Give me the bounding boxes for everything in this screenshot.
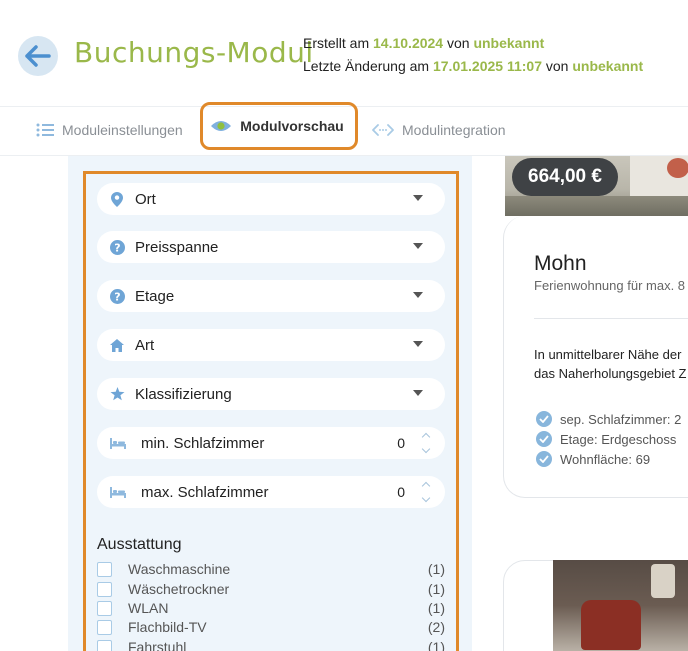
listing-feature: Wohnfläche: 69 (536, 450, 650, 468)
help-circle-icon: ? (109, 239, 125, 255)
svg-text:?: ? (114, 241, 120, 254)
chevron-down-icon[interactable] (421, 493, 431, 503)
price-range-select[interactable]: ? Preisspanne (97, 231, 445, 263)
type-select[interactable]: Art (97, 329, 445, 361)
caret-down-icon (413, 195, 423, 201)
svg-text:?: ? (114, 290, 120, 303)
check-circle-icon (536, 411, 552, 427)
amenity-checkbox[interactable]: Waschmaschine (1) (97, 559, 445, 579)
checkbox[interactable] (97, 581, 112, 597)
tab-module-preview[interactable]: Modulvorschau (200, 102, 358, 150)
arrow-left-icon (25, 45, 51, 67)
tab-module-integration[interactable]: Modulintegration (372, 114, 506, 146)
checkbox[interactable] (97, 619, 112, 635)
chevron-down-icon[interactable] (421, 444, 431, 454)
eye-icon (210, 119, 232, 133)
code-icon (372, 123, 394, 137)
caret-down-icon (413, 341, 423, 347)
amenity-checkbox[interactable]: Flachbild-TV (2) (97, 617, 445, 637)
stepper-arrows[interactable] (419, 430, 433, 456)
listing-feature: sep. Schlafzimmer: 2 (536, 410, 681, 428)
amenity-checkbox[interactable]: Fahrstuhl (1) (97, 637, 445, 651)
modified-date: 17.01.2025 11:07 (432, 58, 542, 74)
checkbox[interactable] (97, 600, 112, 616)
booking-module-page: Buchungs-Modul Erstellt am 14.10.2024 vo… (0, 0, 688, 651)
tab-module-settings[interactable]: Moduleinstellungen (36, 114, 183, 146)
max-bedrooms-stepper[interactable]: max. Schlafzimmer 0 (97, 476, 445, 508)
min-bedrooms-value[interactable]: 0 (397, 435, 405, 451)
map-pin-icon (109, 191, 125, 207)
price-badge: 664,00 € (512, 158, 618, 196)
check-circle-icon (536, 451, 552, 467)
page-title: Buchungs-Modul (74, 36, 314, 69)
modified-by: unbekannt (572, 58, 644, 74)
created-by: unbekannt (473, 35, 545, 51)
classification-select[interactable]: Klassifizierung (97, 378, 445, 410)
check-circle-icon (536, 431, 552, 447)
modified-info: Letzte Änderung am 17.01.2025 11:07 von … (303, 58, 644, 74)
listing-photo[interactable] (553, 560, 688, 651)
chevron-up-icon[interactable] (421, 432, 431, 442)
home-icon (109, 338, 125, 352)
caret-down-icon (413, 292, 423, 298)
caret-down-icon (413, 243, 423, 249)
stepper-arrows[interactable] (419, 479, 433, 505)
checkbox[interactable] (97, 561, 112, 577)
amenity-checkbox[interactable]: Wäschetrockner (1) (97, 579, 445, 599)
list-icon (36, 123, 54, 137)
bed-icon (109, 486, 127, 498)
search-filter-panel: Ort ? Preisspanne ? Etage Art Klassifizi… (83, 171, 459, 651)
amenity-checkbox[interactable]: WLAN (1) (97, 598, 445, 618)
caret-down-icon (413, 390, 423, 396)
max-bedrooms-value[interactable]: 0 (397, 484, 405, 500)
location-select[interactable]: Ort (97, 183, 445, 215)
card-divider (534, 318, 688, 319)
star-icon (109, 387, 125, 401)
created-date: 14.10.2024 (373, 35, 444, 51)
amenities-title: Ausstattung (97, 536, 182, 553)
listing-subtitle: Ferienwohnung für max. 8 (534, 278, 686, 293)
bed-icon (109, 437, 127, 449)
back-button[interactable] (18, 36, 58, 76)
listing-name[interactable]: Mohn (534, 252, 587, 276)
floor-select[interactable]: ? Etage (97, 280, 445, 312)
created-info: Erstellt am 14.10.2024 von unbekannt (303, 35, 545, 51)
checkbox[interactable] (97, 639, 112, 651)
listing-description-line: In unmittelbarer Nähe der (534, 347, 682, 362)
chevron-up-icon[interactable] (421, 481, 431, 491)
help-circle-icon: ? (109, 288, 125, 304)
listing-description-line: das Naherholungsgebiet Z (534, 366, 687, 381)
listing-feature: Etage: Erdgeschoss (536, 430, 676, 448)
min-bedrooms-stepper[interactable]: min. Schlafzimmer 0 (97, 427, 445, 459)
